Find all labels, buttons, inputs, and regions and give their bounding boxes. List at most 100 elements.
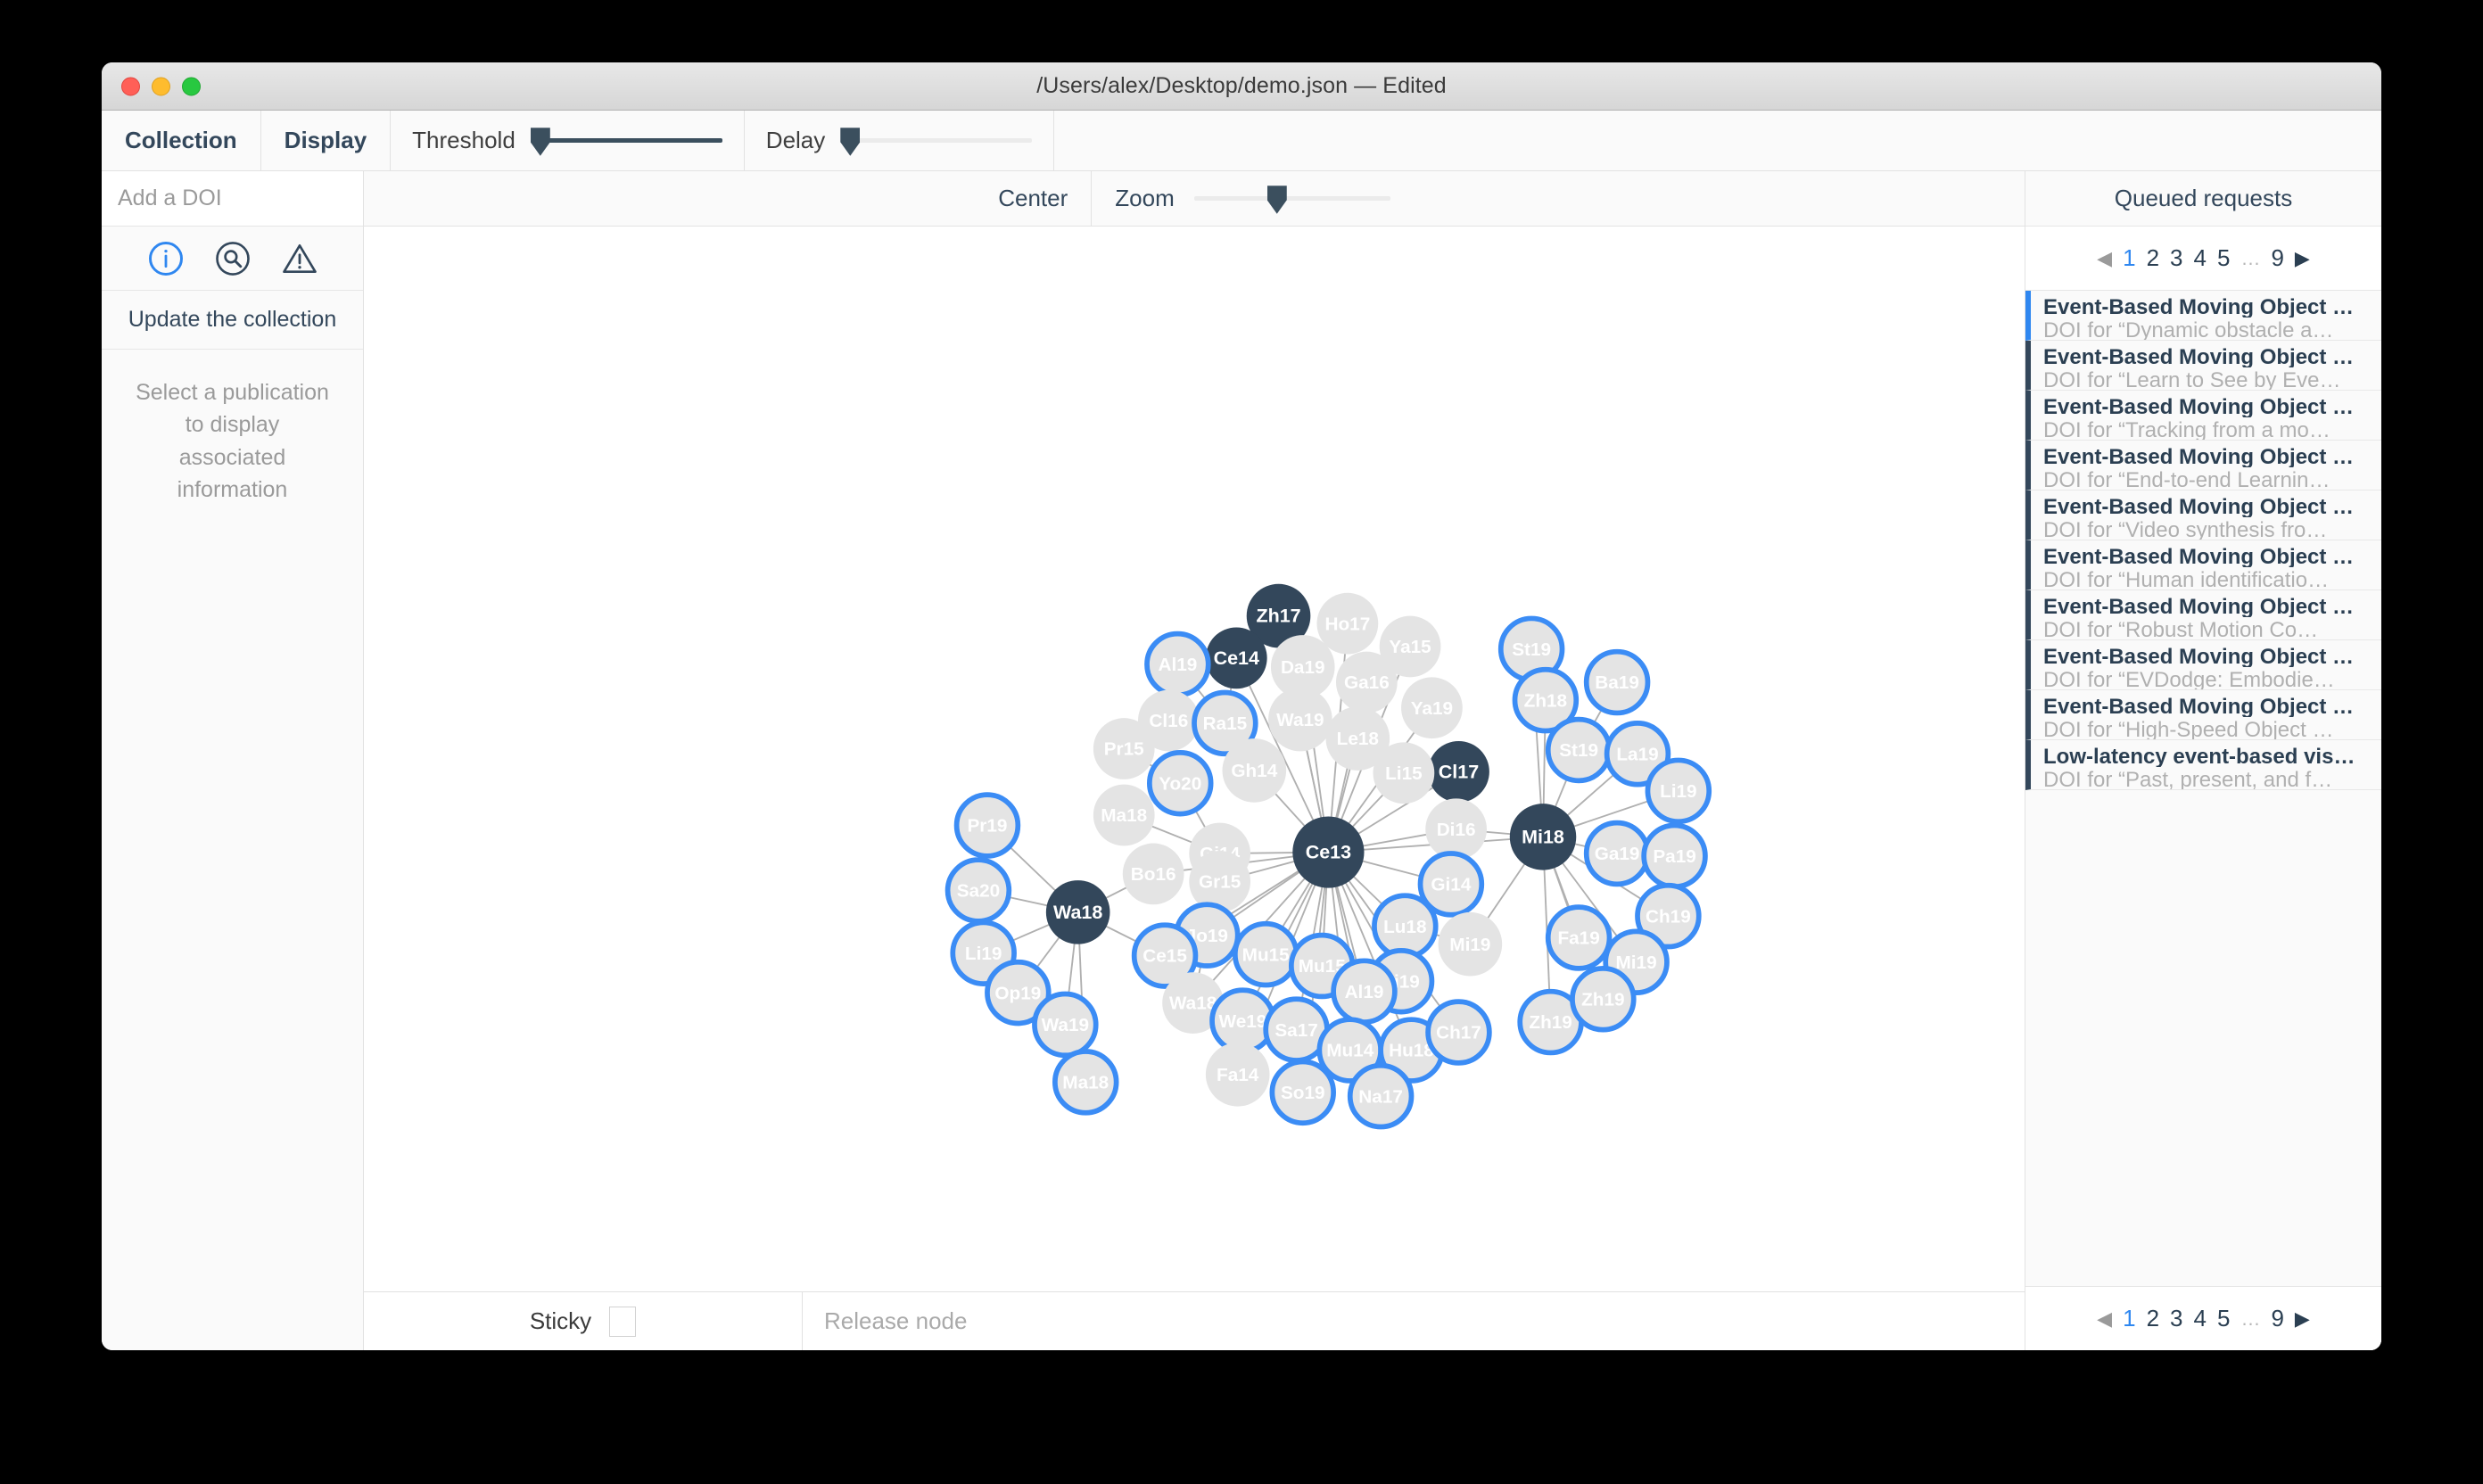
maximize-button[interactable]: [182, 77, 201, 95]
pagination-page-9[interactable]: 9: [2271, 244, 2283, 272]
graph-node[interactable]: So19: [1269, 1059, 1336, 1126]
pagination-page-5[interactable]: 5: [2217, 1305, 2230, 1332]
left-sidebar: Update the collection Select a publicati…: [102, 171, 446, 1350]
pagination-page-2[interactable]: 2: [2147, 1305, 2159, 1332]
graph-node[interactable]: Al19: [1331, 958, 1398, 1025]
graph-node[interactable]: Gh14: [1222, 738, 1287, 803]
graph-node[interactable]: Li15: [1373, 742, 1435, 804]
queued-request-item[interactable]: Event-Based Moving Object … DOI for “EVDo…: [2025, 640, 2381, 690]
pagination-page-1[interactable]: 1: [2123, 244, 2135, 272]
queued-request-item[interactable]: Event-Based Moving Object … DOI for “Trac…: [2025, 391, 2381, 441]
graph-node[interactable]: Mi19: [1438, 911, 1503, 977]
graph-node[interactable]: Lu18: [1372, 893, 1439, 960]
graph-node[interactable]: Wa19: [1032, 991, 1099, 1059]
graph-node[interactable]: Ga19: [1583, 820, 1651, 887]
graph-node[interactable]: Wa18: [1045, 880, 1110, 944]
graph-nodes[interactable]: Zh17 Ho17 Ce14 Al19 Ya15 St19 Da19 Ga16 Zh18 Ba19…: [945, 583, 1712, 1130]
pagination-page-2[interactable]: 2: [2147, 244, 2159, 272]
tab-collection[interactable]: Collection: [102, 111, 261, 170]
search-icon[interactable]: [214, 240, 252, 277]
pagination-bottom[interactable]: ◀ 1 2 3 4 5 … 9 ▶: [2025, 1286, 2381, 1350]
queued-request-item[interactable]: Event-Based Moving Object … DOI for “Vide…: [2025, 491, 2381, 540]
graph-node[interactable]: Fa19: [1545, 904, 1613, 971]
zoom-control: Zoom: [1092, 171, 1413, 226]
pagination-prev[interactable]: ◀: [2097, 248, 2112, 268]
threshold-slider[interactable]: [530, 127, 722, 156]
queued-request-item[interactable]: Low-latency event-based vis… DOI for “Pas…: [2025, 740, 2381, 790]
pagination-next[interactable]: ▶: [2295, 248, 2310, 268]
graph-node[interactable]: Mi18: [1509, 804, 1577, 870]
pagination-top[interactable]: ◀ 1 2 3 4 5 … 9 ▶: [2025, 227, 2381, 291]
graph-node-label: Na17: [1358, 1086, 1403, 1107]
graph-node[interactable]: Fa14: [1205, 1042, 1270, 1107]
delay-slider-handle[interactable]: [840, 127, 861, 156]
info-icon[interactable]: [147, 240, 185, 277]
graph-node[interactable]: Yo20: [1147, 749, 1214, 817]
graph-node[interactable]: Ga16: [1335, 651, 1398, 713]
queued-requests-list[interactable]: Event-Based Moving Object … DOI for “Dyna…: [2025, 291, 2381, 1286]
threshold-slider-handle[interactable]: [530, 127, 550, 156]
queued-request-item[interactable]: Event-Based Moving Object … DOI for “Huma…: [2025, 540, 2381, 590]
graph-node[interactable]: Ya19: [1401, 677, 1463, 739]
pagination-page-1[interactable]: 1: [2123, 1305, 2135, 1332]
threshold-slider-track: [534, 138, 722, 143]
zoom-slider[interactable]: [1193, 185, 1390, 214]
graph-node[interactable]: St19: [1545, 716, 1613, 784]
graph-node-label: Da19: [1281, 657, 1325, 678]
graph-node[interactable]: Sa20: [945, 857, 1012, 924]
graph-node-label: Ch17: [1436, 1023, 1481, 1043]
graph-node[interactable]: Ba19: [1583, 648, 1651, 716]
graph-node[interactable]: We19: [1209, 987, 1276, 1054]
graph-toolbar: Center Zoom: [364, 171, 2025, 227]
pagination-page-5[interactable]: 5: [2217, 244, 2230, 272]
minimize-button[interactable]: [152, 77, 170, 95]
graph-node[interactable]: Li19: [1645, 757, 1712, 825]
graph-node[interactable]: Bo16: [1122, 843, 1184, 905]
release-node-input[interactable]: [803, 1292, 2025, 1350]
queued-request-item[interactable]: Event-Based Moving Object … DOI for “High…: [2025, 690, 2381, 740]
graph-node[interactable]: Ma18: [1093, 784, 1155, 846]
sticky-control[interactable]: Sticky: [364, 1292, 803, 1350]
pagination-next[interactable]: ▶: [2295, 1308, 2310, 1329]
graph-node[interactable]: Ho17: [1316, 592, 1379, 655]
sticky-checkbox[interactable]: [609, 1306, 637, 1337]
queued-request-item[interactable]: Event-Based Moving Object … DOI for “Dyna…: [2025, 291, 2381, 341]
queued-request-item[interactable]: Event-Based Moving Object … DOI for “End-…: [2025, 441, 2381, 491]
graph-node[interactable]: Pa19: [1641, 822, 1708, 890]
center-button[interactable]: Center: [975, 171, 1091, 226]
tab-display[interactable]: Display: [261, 111, 392, 170]
graph-node[interactable]: Ma18: [1052, 1049, 1119, 1116]
graph-node[interactable]: Na17: [1347, 1062, 1415, 1130]
graph-canvas[interactable]: Zh17 Ho17 Ce14 Al19 Ya15 St19 Da19 Ga16 Zh18 Ba19…: [364, 227, 2025, 1291]
pagination-prev[interactable]: ◀: [2097, 1308, 2112, 1329]
graph-node[interactable]: Al19: [1144, 631, 1211, 698]
queued-request-item[interactable]: Event-Based Moving Object … DOI for “Lear…: [2025, 341, 2381, 391]
graph-node-label: Bo16: [1131, 864, 1176, 885]
graph-node[interactable]: Di16: [1425, 798, 1487, 861]
doi-input[interactable]: [102, 171, 405, 226]
delay-slider[interactable]: [840, 127, 1033, 156]
update-collection-button[interactable]: Update the collection: [102, 291, 363, 350]
graph-node[interactable]: Mu15: [1232, 920, 1299, 988]
warning-icon[interactable]: [281, 240, 318, 277]
graph-node[interactable]: Wa19: [1268, 687, 1332, 752]
pagination-page-3[interactable]: 3: [2170, 244, 2182, 272]
graph-node-label: Lu18: [1383, 917, 1426, 937]
pagination-page-4[interactable]: 4: [2194, 1305, 2207, 1332]
graph-node[interactable]: Ch17: [1425, 999, 1492, 1066]
zoom-slider-handle[interactable]: [1266, 185, 1287, 214]
queued-request-item[interactable]: Event-Based Moving Object … DOI for “Robu…: [2025, 590, 2381, 640]
pagination-page-9[interactable]: 9: [2271, 1305, 2283, 1332]
graph-node[interactable]: Zh19: [1570, 966, 1637, 1033]
pagination-page-3[interactable]: 3: [2170, 1305, 2182, 1332]
graph-node[interactable]: Pr19: [953, 792, 1021, 859]
node-link-graph[interactable]: Zh17 Ho17 Ce14 Al19 Ya15 St19 Da19 Ga16 Zh18 Ba19…: [364, 227, 2025, 1291]
graph-node[interactable]: Cl17: [1428, 740, 1489, 803]
pagination-page-4[interactable]: 4: [2194, 244, 2207, 272]
graph-node-label: Pa19: [1653, 846, 1695, 867]
graph-node[interactable]: Gr15: [1189, 851, 1251, 912]
graph-node[interactable]: Pr15: [1093, 718, 1155, 779]
graph-node[interactable]: Ce13: [1292, 816, 1365, 888]
close-button[interactable]: [121, 77, 140, 95]
graph-node[interactable]: Ce14: [1205, 627, 1267, 689]
